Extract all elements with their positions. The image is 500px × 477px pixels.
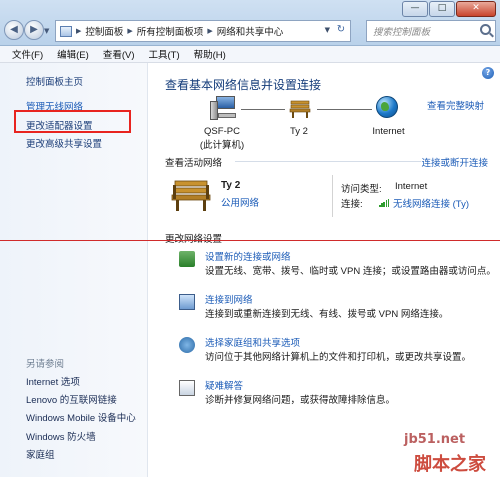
task-desc-homegroup: 访问位于其他网络计算机上的文件和打印机，或更改共享设置。 [205, 352, 472, 363]
sidebar-item-home[interactable]: 控制面板主页 [26, 74, 83, 88]
task-desc-connect-network: 连接到或重新连接到无线、有线、拨号或 VPN 网络连接。 [205, 309, 449, 320]
see-also-firewall[interactable]: Windows 防火墙 [26, 429, 96, 443]
internet-globe-icon [376, 96, 398, 118]
title-bar: — □ ✕ ◀ ▶ ▼ ▶ 控制面板 ▶ 所有控制面板项 ▶ 网络和共享中心 ▼… [0, 0, 500, 46]
see-also-homegroup[interactable]: 家庭组 [26, 447, 55, 461]
minimize-icon: — [410, 3, 420, 13]
menu-view[interactable]: 查看(V) [103, 47, 135, 61]
search-input[interactable]: 搜索控制面板 [366, 20, 496, 42]
see-also-heading: 另请参阅 [26, 359, 65, 370]
address-dropdown-icon[interactable]: ▼ [325, 26, 330, 34]
forward-button[interactable]: ▶ [24, 20, 44, 40]
task-title-setup-connection[interactable]: 设置新的连接或网络 [205, 249, 291, 263]
menu-file[interactable]: 文件(F) [12, 47, 43, 61]
search-placeholder: 搜索控制面板 [373, 27, 431, 38]
breadcrumb-all-items[interactable]: 所有控制面板项 [137, 24, 204, 38]
menu-tools[interactable]: 工具(T) [148, 47, 179, 61]
see-also-internet-options[interactable]: Internet 选项 [26, 374, 80, 388]
connect-network-icon [179, 294, 195, 310]
task-title-troubleshoot[interactable]: 疑难解答 [205, 378, 243, 392]
page-title: 查看基本网络信息并设置连接 [165, 78, 322, 92]
divider [235, 161, 421, 162]
chevron-right-icon[interactable]: ▶ [127, 27, 132, 35]
task-title-homegroup[interactable]: 选择家庭组和共享选项 [205, 335, 300, 349]
computer-icon [210, 96, 236, 120]
homegroup-icon [179, 337, 195, 353]
search-icon[interactable] [480, 24, 491, 35]
connection-label: 连接: [341, 199, 363, 210]
main-panel: ? 查看基本网络信息并设置连接 查看完整映射 QSF-PC (此计算机) Ty … [149, 63, 500, 477]
back-arrow-icon: ◀ [10, 24, 18, 35]
highlight-box [14, 110, 131, 133]
connection-line [317, 109, 372, 110]
pc-name: QSF-PC [204, 126, 240, 137]
troubleshoot-icon [179, 380, 195, 396]
new-connection-icon [179, 251, 195, 267]
task-title-connect-network[interactable]: 连接到网络 [205, 292, 253, 306]
see-also-lenovo-links[interactable]: Lenovo 的互联网链接 [26, 392, 117, 406]
window-controls: — □ ✕ [401, 1, 496, 17]
bench-icon [289, 100, 311, 118]
access-type-label: 访问类型: [341, 184, 382, 195]
maximize-icon: □ [437, 3, 447, 13]
change-settings-heading: 更改网络设置 [165, 231, 222, 245]
divider [332, 175, 333, 217]
see-also-mobile-center[interactable]: Windows Mobile 设备中心 [26, 410, 136, 424]
task-desc-setup-connection: 设置无线、宽带、拨号、临时或 VPN 连接；或设置路由器或访问点。 [205, 266, 496, 277]
help-icon[interactable]: ? [482, 67, 494, 79]
active-networks-heading: 查看活动网络 [165, 158, 223, 169]
watermark-name: 脚本之家 [414, 454, 486, 475]
close-button[interactable]: ✕ [456, 1, 496, 17]
menu-edit[interactable]: 编辑(E) [57, 47, 89, 61]
chevron-right-icon[interactable]: ▶ [207, 27, 212, 35]
maximize-button[interactable]: □ [429, 1, 455, 17]
minimize-button[interactable]: — [402, 1, 428, 17]
pc-subtitle: (此计算机) [199, 140, 245, 151]
watermark-site: jb51.net [404, 432, 466, 447]
connect-disconnect-link[interactable]: 连接或断开连接 [421, 155, 488, 169]
task-desc-troubleshoot: 诊断并修复网络问题，或获得故障排除信息。 [205, 395, 396, 406]
menu-help[interactable]: 帮助(H) [194, 47, 226, 61]
node-internet-label: Internet [372, 126, 405, 137]
forward-arrow-icon: ▶ [30, 24, 38, 35]
signal-strength-icon [379, 199, 390, 207]
chevron-right-icon[interactable]: ▶ [76, 27, 81, 35]
breadcrumb-network-center[interactable]: 网络和共享中心 [217, 24, 284, 38]
wireless-connection-link[interactable]: 无线网络连接 (Ty) [393, 196, 469, 210]
back-button[interactable]: ◀ [4, 20, 24, 40]
sidebar-item-advanced-sharing[interactable]: 更改高级共享设置 [26, 136, 102, 150]
close-icon: ✕ [472, 3, 480, 13]
menu-bar: 文件(F) 编辑(E) 查看(V) 工具(T) 帮助(H) [0, 46, 500, 63]
view-full-map-link[interactable]: 查看完整映射 [427, 98, 484, 112]
address-bar[interactable]: ▶ 控制面板 ▶ 所有控制面板项 ▶ 网络和共享中心 ▼ ↻ [55, 20, 351, 42]
bench-large-icon [171, 180, 211, 211]
access-type-value: Internet [395, 181, 428, 192]
breadcrumb-control-panel[interactable]: 控制面板 [85, 24, 123, 38]
active-network-name: Ty 2 [221, 180, 241, 191]
recent-pages-dropdown-icon[interactable]: ▼ [44, 27, 49, 35]
refresh-icon[interactable]: ↻ [334, 24, 348, 38]
annotation-red-line [0, 240, 500, 241]
connection-line [241, 109, 285, 110]
node-pc-label: QSF-PC (此计算机) [187, 126, 257, 151]
node-network-label: Ty 2 [290, 126, 308, 137]
network-type-link[interactable]: 公用网络 [221, 195, 259, 209]
control-panel-icon [60, 25, 72, 37]
